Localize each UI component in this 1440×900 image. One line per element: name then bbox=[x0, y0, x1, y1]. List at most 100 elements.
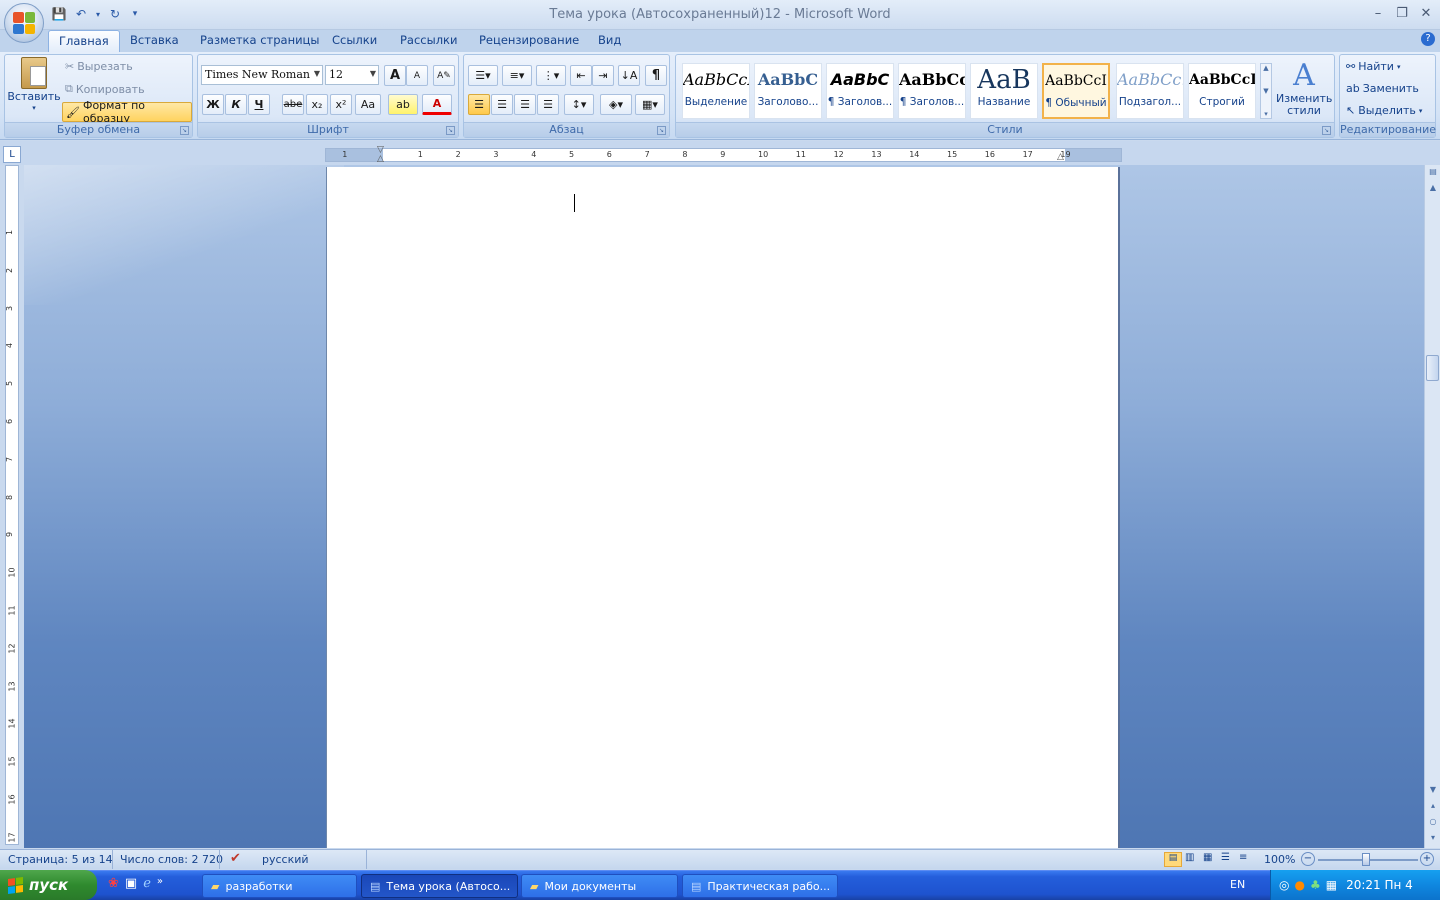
previous-page-icon[interactable]: ▴ bbox=[1426, 799, 1440, 813]
internet-explorer-icon[interactable]: ℯ bbox=[143, 876, 151, 891]
minimize-button[interactable]: – bbox=[1366, 4, 1390, 24]
restore-button[interactable]: ❐ bbox=[1390, 4, 1414, 24]
shrink-font-button[interactable]: A bbox=[406, 65, 428, 86]
shading-icon[interactable]: ◈▾ bbox=[600, 94, 632, 115]
tab-insert[interactable]: Вставка bbox=[120, 30, 189, 52]
vertical-ruler[interactable]: 1 2 3 4 5 6 7 8 9 10 11 12 13 14 15 16 17 bbox=[5, 165, 19, 845]
proofing-icon[interactable]: ✔ bbox=[230, 851, 241, 866]
scroll-thumb[interactable] bbox=[1426, 355, 1439, 381]
quick-launch-app-icon[interactable]: ❀ bbox=[108, 876, 119, 891]
next-page-icon[interactable]: ▾ bbox=[1426, 831, 1440, 845]
vertical-scrollbar[interactable]: ▤ ▲ ▼ ▴ ○ ▾ bbox=[1424, 165, 1440, 848]
document-page[interactable] bbox=[326, 167, 1120, 848]
start-button[interactable]: пуск bbox=[0, 870, 97, 900]
clipboard-launcher-icon[interactable]: ↘ bbox=[180, 126, 189, 135]
zoom-slider-thumb[interactable] bbox=[1362, 853, 1370, 866]
style-title[interactable]: AaB Название bbox=[970, 63, 1038, 119]
tray-network-icon[interactable]: ♣ bbox=[1310, 878, 1321, 892]
align-center-icon[interactable]: ☰ bbox=[491, 94, 513, 115]
word-count[interactable]: Число слов: 2 720 bbox=[120, 853, 223, 866]
language-indicator[interactable]: EN bbox=[1230, 878, 1245, 891]
borders-icon[interactable]: ▦▾ bbox=[635, 94, 665, 115]
style-heading-3[interactable]: AaBbCc ¶ Заголов... bbox=[898, 63, 966, 119]
web-layout-icon[interactable]: ▦ bbox=[1203, 852, 1212, 863]
tab-mailings[interactable]: Рассылки bbox=[390, 30, 467, 52]
scroll-down-icon[interactable]: ▼ bbox=[1426, 783, 1440, 797]
quick-launch-save-icon[interactable]: ▣ bbox=[125, 876, 137, 891]
show-formatting-button[interactable]: ¶ bbox=[645, 65, 667, 86]
underline-button[interactable]: Ч bbox=[248, 94, 270, 115]
font-launcher-icon[interactable]: ↘ bbox=[446, 126, 455, 135]
chevron-down-icon[interactable]: ▼ bbox=[1263, 87, 1268, 95]
browse-object-icon[interactable]: ○ bbox=[1426, 815, 1440, 829]
style-heading-1[interactable]: AaBbC Заголово... bbox=[754, 63, 822, 119]
taskbar-item-word[interactable]: ▤ Тема урока (Автосо... bbox=[361, 874, 518, 898]
select-button[interactable]: ↖ Выделить ▾ bbox=[1346, 104, 1422, 117]
font-color-button[interactable]: A bbox=[422, 94, 452, 115]
right-indent-icon[interactable]: △ bbox=[1057, 152, 1064, 162]
subscript-button[interactable]: x₂ bbox=[306, 94, 328, 115]
numbering-icon[interactable]: ≡▾ bbox=[502, 65, 532, 86]
replace-button[interactable]: ab Заменить bbox=[1346, 82, 1419, 95]
tab-references[interactable]: Ссылки bbox=[322, 30, 387, 52]
draft-icon[interactable]: ≡ bbox=[1239, 852, 1247, 863]
style-subtitle[interactable]: AaBbCc. Подзагол... bbox=[1116, 63, 1184, 119]
tab-page-layout[interactable]: Разметка страницы bbox=[190, 30, 329, 52]
decrease-indent-icon[interactable]: ⇤ bbox=[570, 65, 592, 86]
tab-review[interactable]: Рецензирование bbox=[469, 30, 589, 52]
zoom-level[interactable]: 100% bbox=[1264, 853, 1295, 866]
zoom-in-icon[interactable]: + bbox=[1420, 852, 1434, 866]
help-icon[interactable]: ? bbox=[1421, 32, 1435, 46]
tab-home[interactable]: Главная bbox=[48, 30, 120, 52]
style-heading-2[interactable]: AaBbC ¶ Заголов... bbox=[826, 63, 894, 119]
multilevel-list-icon[interactable]: ⋮▾ bbox=[536, 65, 566, 86]
find-button[interactable]: ⚯ Найти ▾ bbox=[1346, 60, 1400, 73]
tab-selector-icon[interactable]: L bbox=[3, 146, 21, 163]
outline-icon[interactable]: ☰ bbox=[1221, 852, 1230, 863]
copy-button[interactable]: ⧉ Копировать bbox=[65, 82, 145, 96]
zoom-out-icon[interactable]: − bbox=[1301, 852, 1315, 866]
styles-launcher-icon[interactable]: ↘ bbox=[1322, 126, 1331, 135]
bullets-icon[interactable]: ☰▾ bbox=[468, 65, 498, 86]
taskbar-item-practical[interactable]: ▤ Практическая рабо... bbox=[682, 874, 838, 898]
styles-scroll[interactable]: ▲ ▼ ▾ bbox=[1260, 63, 1272, 119]
language[interactable]: русский bbox=[262, 853, 309, 866]
font-size-combo[interactable]: 12 ▼ bbox=[325, 65, 379, 85]
italic-button[interactable]: К bbox=[225, 94, 247, 115]
style-strong[interactable]: AaBbCcI Строгий bbox=[1188, 63, 1256, 119]
superscript-button[interactable]: x² bbox=[330, 94, 352, 115]
horizontal-ruler[interactable]: 1 1 2 3 4 5 6 7 8 9 10 11 12 13 14 15 16 17 19 ▽ △ △ bbox=[325, 145, 1122, 164]
clear-formatting-icon[interactable]: A✎ bbox=[433, 65, 455, 86]
justify-icon[interactable]: ☰ bbox=[537, 94, 559, 115]
grow-font-button[interactable]: A bbox=[384, 65, 406, 86]
quick-launch-more-icon[interactable]: » bbox=[157, 876, 163, 891]
format-painter-button[interactable]: 🖌 Формат по образцу bbox=[62, 99, 192, 125]
paste-button[interactable]: Вставить ▾ bbox=[7, 57, 61, 121]
more-styles-icon[interactable]: ▾ bbox=[1264, 110, 1268, 118]
full-screen-reading-icon[interactable]: ▥ bbox=[1185, 852, 1194, 863]
strikethrough-button[interactable]: abe bbox=[282, 94, 304, 115]
style-emphasis[interactable]: AaBbCcI Выделение bbox=[682, 63, 750, 119]
paragraph-launcher-icon[interactable]: ↘ bbox=[657, 126, 666, 135]
increase-indent-icon[interactable]: ⇥ bbox=[592, 65, 614, 86]
scroll-up-icon[interactable]: ▲ bbox=[1426, 181, 1440, 195]
highlight-icon[interactable]: ab bbox=[388, 94, 418, 115]
style-normal[interactable]: AaBbCcI ¶ Обычный bbox=[1042, 63, 1110, 119]
close-button[interactable]: ✕ bbox=[1414, 4, 1438, 24]
font-name-combo[interactable]: Times New Roman ▼ bbox=[201, 65, 323, 85]
tray-security-icon[interactable]: ◎ bbox=[1279, 878, 1289, 892]
align-right-icon[interactable]: ☰ bbox=[514, 94, 536, 115]
tray-flag-icon[interactable]: ▦ bbox=[1326, 878, 1337, 892]
chevron-up-icon[interactable]: ▲ bbox=[1263, 64, 1268, 72]
tab-view[interactable]: Вид bbox=[588, 30, 631, 52]
taskbar-item-my-documents[interactable]: ▰ Мои документы bbox=[521, 874, 678, 898]
office-button[interactable] bbox=[4, 3, 44, 43]
taskbar-item-razrabotki[interactable]: ▰ разработки bbox=[202, 874, 357, 898]
tray-app-icon[interactable]: ● bbox=[1294, 878, 1304, 892]
page-count[interactable]: Страница: 5 из 14 bbox=[8, 853, 113, 866]
bold-button[interactable]: Ж bbox=[202, 94, 224, 115]
left-indent-icon[interactable]: △ bbox=[377, 154, 384, 164]
change-case-button[interactable]: Aa bbox=[355, 94, 381, 115]
ruler-toggle-icon[interactable]: ▤ bbox=[1426, 165, 1440, 179]
line-spacing-icon[interactable]: ↕▾ bbox=[564, 94, 594, 115]
